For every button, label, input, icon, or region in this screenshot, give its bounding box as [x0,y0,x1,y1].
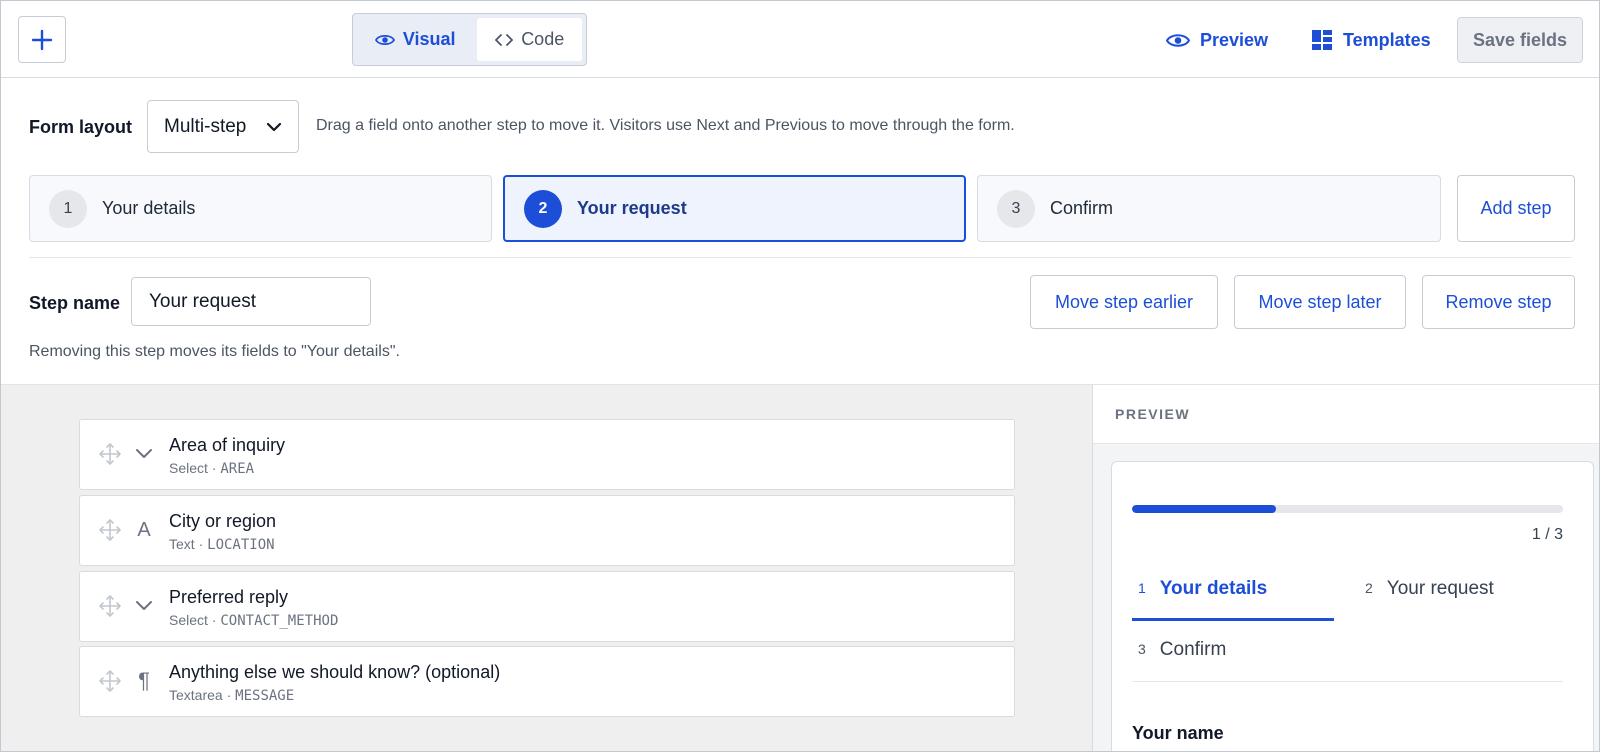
field-name: City or region [169,511,277,531]
step-name-input[interactable] [131,277,371,326]
field-name: Area of inquiry [169,435,286,455]
step-card-2[interactable]: 2 Your request [503,175,966,242]
form-layout-label: Form layout [29,117,133,137]
field-name: Preferred reply [169,587,289,607]
field-type: Select [169,612,208,628]
preview-tab-label: Confirm [1159,639,1227,660]
eye-icon [1166,33,1190,47]
preview-button[interactable]: Preview [1166,23,1268,57]
preview-tab-label: Your request [1386,578,1494,599]
field-key: CONTACT_METHOD [220,613,339,629]
chevron-down-icon [266,122,282,131]
mode-code-label: Code [521,29,565,49]
field-meta: Select · CONTACT_METHOD [169,612,338,629]
move-step-earlier-label: Move step earlier [1054,291,1194,312]
progress-bar [1132,505,1563,513]
step-count: 1 / 3 [1531,526,1563,543]
meta-separator: · [207,460,221,476]
mode-code-tab[interactable]: Code [477,18,582,61]
form-layout-select[interactable]: Multi-step [147,100,299,153]
step-card-1[interactable]: 1 Your details [29,175,492,242]
field-type: Select [169,460,208,476]
templates-button[interactable]: Templates [1311,23,1431,57]
drag-handle-icon[interactable] [98,442,122,466]
settings-divider [29,257,1572,258]
step-label: Your details [102,198,196,218]
templates-grid-icon [1312,30,1332,50]
add-step-button[interactable]: Add step [1457,175,1575,242]
code-icon [495,33,514,46]
step-name-label: Step name [29,293,121,313]
step-label: Your request [577,198,687,218]
step-number: 3 [997,189,1035,228]
plus-icon [31,29,53,50]
preview-tabs-divider [1132,681,1563,682]
preview-tab-number: 2 [1365,580,1373,596]
meta-separator: · [222,687,236,703]
form-layout-value: Multi-step [164,115,247,137]
paragraph-icon: ¶ [138,668,150,693]
step-number: 2 [524,189,562,228]
move-step-later-button[interactable]: Move step later [1234,275,1406,329]
step-label: Confirm [1050,198,1114,218]
move-step-later-label: Move step later [1258,291,1382,312]
remove-step-label: Remove step [1445,291,1552,312]
field-row-contact-method[interactable]: Preferred reply Select · CONTACT_METHOD [79,571,1015,642]
meta-separator: · [207,612,221,628]
field-meta: Text · LOCATION [169,536,275,553]
step-number: 1 [49,189,87,228]
field-meta: Select · AREA [169,460,254,477]
preview-label: Preview [1200,29,1269,50]
form-builder: Visual Code Preview Templates Save field… [0,0,1600,752]
field-row-message[interactable]: ¶ Anything else we should know? (optiona… [79,646,1015,717]
preview-tab-2[interactable]: 2 Your request [1365,578,1494,624]
drag-handle-icon[interactable] [98,594,122,618]
preview-tab-number: 1 [1138,580,1146,596]
drag-handle-icon[interactable] [98,669,122,693]
move-step-earlier-button[interactable]: Move step earlier [1030,275,1218,329]
remove-step-button[interactable]: Remove step [1422,275,1575,329]
preview-tab-3[interactable]: 3 Confirm [1138,639,1226,685]
field-type: Text [169,536,195,552]
active-tab-indicator [1132,618,1334,621]
preview-tab-label: Your details [1159,578,1268,599]
fields-canvas: Area of inquiry Select · AREA A City or … [1,384,1092,751]
meta-separator: · [194,536,208,552]
preview-form-card: 1 / 3 1 Your details 2 Your request 3 Co… [1111,461,1594,751]
eye-icon [374,34,395,45]
form-layout-hint: Drag a field onto another step to move i… [316,117,1015,134]
field-row-location[interactable]: A City or region Text · LOCATION [79,495,1015,566]
field-key: LOCATION [207,537,275,553]
preview-panel: PREVIEW 1 / 3 1 Your details 2 Your requ… [1092,384,1599,751]
toolbar: Visual Code Preview Templates Save field… [1,1,1599,78]
preview-field-label: Your name [1132,723,1224,743]
preview-heading: PREVIEW [1093,385,1599,444]
preview-tab-number: 3 [1138,641,1146,657]
drag-handle-icon[interactable] [98,518,122,542]
chevron-down-icon [132,442,156,466]
field-row-area[interactable]: Area of inquiry Select · AREA [79,419,1015,490]
mode-visual-label: Visual [402,29,456,49]
add-step-label: Add step [1480,198,1552,218]
save-fields-button[interactable]: Save fields [1457,17,1583,63]
text-letter-icon: A [137,518,151,541]
templates-label: Templates [1343,29,1431,50]
remove-step-hint: Removing this step moves its fields to "… [29,343,400,360]
editor-mode-switch: Visual Code [352,13,587,66]
field-meta: Textarea · MESSAGE [169,687,294,704]
save-fields-label: Save fields [1472,29,1568,50]
step-card-3[interactable]: 3 Confirm [977,175,1441,242]
field-key: MESSAGE [235,688,295,704]
add-field-button[interactable] [18,16,66,63]
chevron-down-icon [132,594,156,618]
mode-visual-tab[interactable]: Visual [357,18,473,61]
field-name: Anything else we should know? (optional) [169,662,501,682]
field-type: Textarea [169,687,223,703]
field-key: AREA [220,461,255,477]
progress-fill [1132,505,1276,513]
